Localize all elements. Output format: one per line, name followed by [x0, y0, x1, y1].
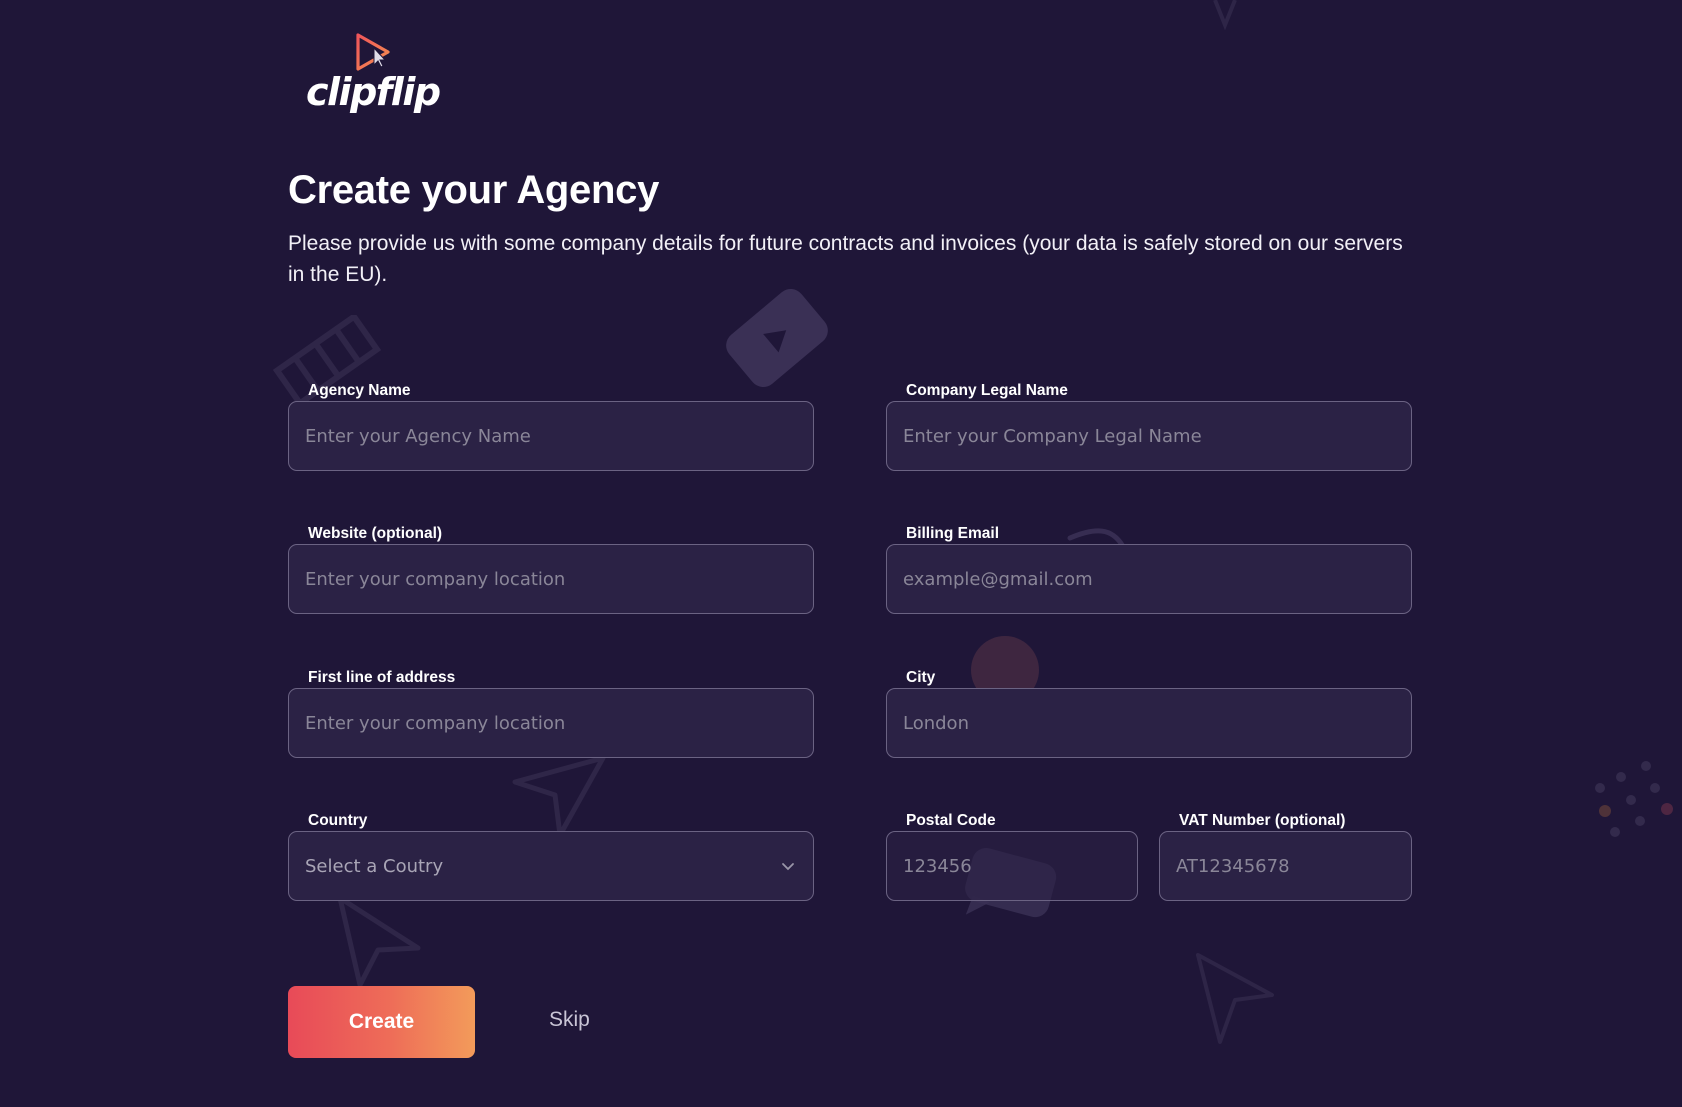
vat-number-input[interactable] [1160, 832, 1411, 900]
company-legal-name-field: Company Legal Name [886, 382, 1412, 472]
page-subtitle: Please provide us with some company deta… [288, 232, 1403, 286]
video-card-decoration-icon [726, 288, 828, 388]
country-label: Country [308, 812, 368, 829]
skip-button[interactable]: Skip [535, 1004, 604, 1036]
city-input[interactable] [887, 689, 1411, 757]
postal-code-input[interactable] [887, 832, 1137, 900]
city-label: City [906, 669, 936, 686]
company-legal-name-input[interactable] [887, 402, 1411, 470]
vat-number-field: VAT Number (optional) [1159, 812, 1412, 902]
postal-code-field: Postal Code [886, 812, 1138, 902]
city-field: City [886, 669, 1412, 759]
cursor-decoration-icon [337, 895, 421, 988]
page-title: Create your Agency [288, 168, 660, 212]
address-line1-field: First line of address [288, 669, 814, 759]
country-select[interactable]: Select a Coutry [288, 831, 814, 901]
clipflip-logo: clipflip [300, 32, 441, 122]
website-label: Website (optional) [308, 525, 443, 542]
dots-decoration-icon [1595, 761, 1673, 837]
vat-number-label: VAT Number (optional) [1179, 812, 1346, 829]
play-cursor-logo-icon [356, 33, 390, 71]
address-line1-input[interactable] [289, 689, 813, 757]
website-input[interactable] [289, 545, 813, 613]
create-button[interactable]: Create [288, 986, 475, 1058]
billing-email-label: Billing Email [906, 525, 1000, 542]
chevron-down-icon [782, 863, 794, 871]
billing-email-field: Billing Email [886, 525, 1412, 615]
cursor-decoration-icon [1213, 0, 1237, 30]
agency-name-input[interactable] [289, 402, 813, 470]
brand-name: clipflip [306, 70, 441, 114]
company-legal-name-label: Company Legal Name [906, 382, 1068, 399]
website-field: Website (optional) [288, 525, 814, 615]
cursor-decoration-icon [1196, 953, 1274, 1044]
agency-name-label: Agency Name [308, 382, 411, 399]
billing-email-input[interactable] [887, 545, 1411, 613]
address-line1-label: First line of address [308, 669, 456, 686]
agency-name-field: Agency Name [288, 382, 814, 472]
country-field: Country Select a Coutry [288, 812, 814, 902]
postal-code-label: Postal Code [906, 812, 996, 829]
country-select-value: Select a Coutry [305, 855, 444, 877]
